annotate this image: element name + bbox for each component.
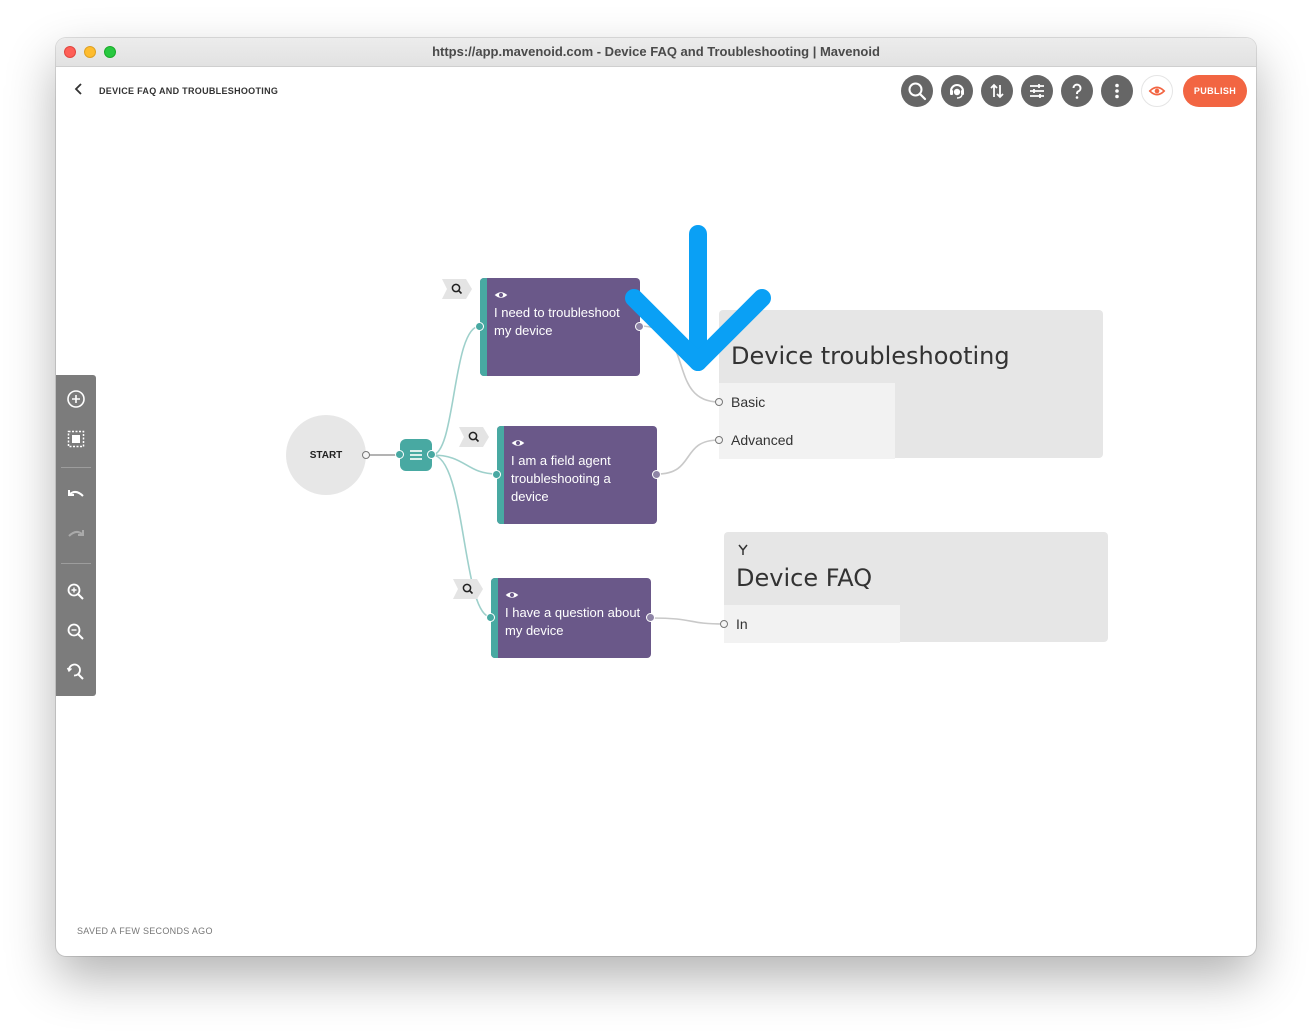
search-tag[interactable] [459, 427, 489, 447]
subflow-title: Device FAQ [736, 564, 873, 592]
question-input-port[interactable] [486, 613, 495, 622]
question-output-port[interactable] [652, 470, 661, 479]
search-tag[interactable] [453, 579, 483, 599]
save-status: SAVED A FEW SECONDS AGO [77, 926, 213, 936]
question-text: I have a question about my device [505, 605, 641, 638]
question-node[interactable]: I need to troubleshoot my device [480, 278, 640, 376]
question-output-port[interactable] [646, 613, 655, 622]
eye-icon [511, 440, 525, 446]
subflow-input-port[interactable] [715, 398, 723, 406]
input-label: Basic [731, 394, 766, 410]
question-input-port[interactable] [475, 322, 484, 331]
router-input-port[interactable] [395, 450, 404, 459]
start-node[interactable]: START [286, 415, 366, 495]
question-node[interactable]: I am a field agent troubleshooting a dev… [497, 426, 657, 524]
input-label: In [736, 616, 748, 632]
subflow-node[interactable]: Device troubleshooting Basic Advanced [719, 310, 1103, 459]
subflow-input-row: Basic [719, 383, 895, 421]
question-input-port[interactable] [492, 470, 501, 479]
router-output-port[interactable] [427, 450, 436, 459]
list-icon [410, 450, 422, 460]
question-output-port[interactable] [635, 322, 644, 331]
subflow-title: Device troubleshooting [731, 342, 1010, 370]
subflow-input-port[interactable] [715, 436, 723, 444]
start-output-port[interactable] [362, 451, 370, 459]
browser-window: https://app.mavenoid.com - Device FAQ an… [56, 38, 1256, 956]
input-label: Advanced [731, 432, 794, 448]
subflow-node[interactable]: Device FAQ In [724, 532, 1108, 643]
subflow-input-row: Advanced [719, 421, 895, 459]
question-text: I am a field agent troubleshooting a dev… [511, 453, 611, 504]
merge-icon [738, 544, 748, 555]
question-node[interactable]: I have a question about my device [491, 578, 651, 658]
subflow-input-port[interactable] [720, 620, 728, 628]
search-tag[interactable] [442, 279, 472, 299]
eye-icon [494, 292, 508, 298]
question-text: I need to troubleshoot my device [494, 305, 620, 338]
subflow-input-row: In [724, 605, 900, 643]
eye-icon [505, 592, 519, 598]
